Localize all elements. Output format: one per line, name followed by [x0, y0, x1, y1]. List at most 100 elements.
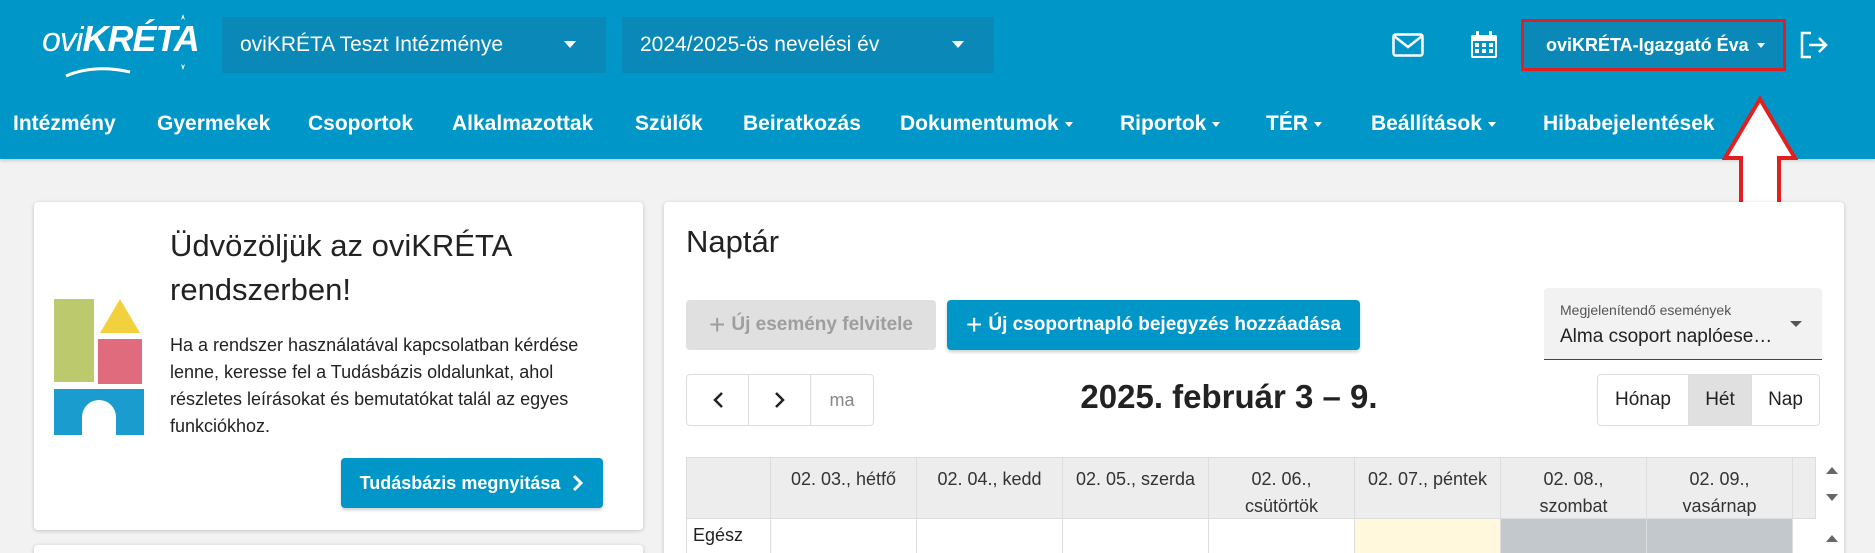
day-header[interactable]: 02. 04., kedd	[917, 458, 1063, 518]
user-name: oviKRÉTA-Igazgató Éva	[1546, 34, 1749, 55]
chevron-down-icon	[1756, 42, 1765, 48]
logo-text: oviKRÉTA	[42, 18, 200, 60]
nav-item-label: Alkalmazottak	[452, 112, 594, 135]
plus-icon: +	[708, 309, 726, 340]
logo-main: KRÉTA	[82, 18, 199, 59]
chevron-down-icon	[1212, 121, 1221, 127]
open-knowledge-base-button[interactable]: Tudásbázis megnyitása	[341, 458, 603, 508]
main-nav: Intézmény Gyermekek Csoportok Alkalmazot…	[0, 90, 1875, 159]
chevron-down-icon	[1790, 321, 1802, 327]
mail-button[interactable]	[1388, 26, 1428, 64]
add-group-log-entry-button[interactable]: + Új csoportnapló bejegyzés hozzáadása	[947, 300, 1360, 350]
next-week-button[interactable]	[749, 375, 811, 425]
nav-item-alkalmazottak[interactable]: Alkalmazottak	[452, 112, 593, 136]
school-year-select[interactable]: 2024/2025-ös nevelési év	[622, 17, 994, 73]
nav-item-riportok[interactable]: Riportok	[1120, 112, 1221, 136]
user-menu-button[interactable]: oviKRÉTA-Igazgató Éva	[1521, 19, 1786, 71]
event-filter-value: Alma csoport naplóese…	[1560, 326, 1773, 347]
week-grid-header: 02. 03., hétfő 02. 04., kedd 02. 05., sz…	[686, 457, 1816, 519]
institution-select[interactable]: oviKRÉTA Teszt Intézménye	[222, 17, 606, 73]
welcome-title: Üdvözöljük az oviKRÉTA rendszerben!	[170, 228, 511, 307]
all-day-cell-today[interactable]	[1355, 519, 1501, 553]
nav-item-label: Beiratkozás	[743, 112, 861, 135]
calendar-icon	[1471, 31, 1497, 58]
logo-swoosh	[65, 67, 131, 78]
new-event-label: Új esemény felvitele	[731, 314, 913, 335]
all-day-label: Egész	[687, 519, 771, 553]
calendar-title: Naptár	[686, 224, 780, 259]
chevron-down-icon	[952, 41, 964, 48]
all-day-cell[interactable]	[917, 519, 1063, 553]
nav-item-label: Csoportok	[308, 112, 413, 135]
plus-icon: +	[965, 309, 983, 340]
welcome-text: Ha a rendszer használatával kapcsolatban…	[170, 335, 579, 436]
open-knowledge-base-label: Tudásbázis megnyitása	[359, 472, 561, 493]
chevron-down-icon	[1064, 121, 1073, 127]
calendar-card: Naptár + Új esemény felvitele + Új csopo…	[664, 202, 1844, 553]
nav-item-dokumentumok[interactable]: Dokumentumok	[900, 112, 1073, 136]
scroll-up-icon[interactable]	[1826, 535, 1838, 542]
chevron-left-icon	[712, 392, 723, 408]
day-header[interactable]: 02. 09., vasárnap	[1647, 458, 1793, 518]
week-view-button[interactable]: Hét	[1689, 375, 1752, 425]
week-grid: 02. 03., hétfő 02. 04., kedd 02. 05., sz…	[686, 457, 1838, 553]
all-day-cell-weekend[interactable]	[1647, 519, 1793, 553]
nav-item-label: Dokumentumok	[900, 112, 1059, 135]
nav-item-gyermekek[interactable]: Gyermekek	[157, 112, 270, 136]
nav-item-label: Szülők	[635, 112, 703, 135]
calendar-nav-group: ma	[686, 374, 874, 426]
scroll-down-icon[interactable]	[1826, 494, 1838, 501]
nav-item-intezmeny[interactable]: Intézmény	[13, 112, 116, 136]
header-corner	[687, 458, 771, 518]
nav-item-beiratkozas[interactable]: Beiratkozás	[743, 112, 861, 136]
all-day-cell-weekend[interactable]	[1501, 519, 1647, 553]
logout-button[interactable]	[1794, 26, 1834, 64]
building-blocks-icon	[54, 299, 144, 435]
nav-item-szulok[interactable]: Szülők	[635, 112, 703, 136]
day-header[interactable]: 02. 08., szombat	[1501, 458, 1647, 518]
grid-scrollbar[interactable]	[1818, 457, 1846, 553]
today-button[interactable]: ma	[811, 375, 873, 425]
logo-prefix: ovi	[42, 21, 83, 59]
nav-item-beallitasok[interactable]: Beállítások	[1371, 112, 1496, 136]
school-year-select-value: 2024/2025-ös nevelési év	[640, 33, 880, 56]
nav-item-label: Gyermekek	[157, 112, 271, 135]
all-day-cell[interactable]	[1209, 519, 1355, 553]
nav-item-label: Intézmény	[13, 112, 116, 135]
scroll-up-icon[interactable]	[1826, 467, 1838, 474]
all-day-row: Egész	[686, 519, 1816, 553]
nav-item-hibabejelentesek[interactable]: Hibabejelentések	[1543, 112, 1715, 136]
month-view-button[interactable]: Hónap	[1598, 375, 1689, 425]
day-view-button[interactable]: Nap	[1752, 375, 1819, 425]
chevron-down-icon	[1487, 121, 1496, 127]
nav-item-csoportok[interactable]: Csoportok	[308, 112, 413, 136]
welcome-card: Üdvözöljük az oviKRÉTA rendszerben! Ha a…	[34, 202, 643, 530]
chevron-right-icon	[573, 474, 584, 492]
nav-item-label: Beállítások	[1371, 112, 1482, 135]
day-header[interactable]: 02. 03., hétfő	[771, 458, 917, 518]
chevron-right-icon	[774, 392, 785, 408]
logout-icon	[1800, 31, 1828, 59]
date-range-title: 2025. február 3 – 9.	[1080, 378, 1378, 415]
chevron-down-icon	[1314, 121, 1322, 127]
new-event-button[interactable]: + Új esemény felvitele	[686, 300, 936, 350]
view-switcher: Hónap Hét Nap	[1597, 374, 1820, 426]
day-header[interactable]: 02. 06., csütörtök	[1209, 458, 1355, 518]
nav-item-label: Hibabejelentések	[1543, 112, 1715, 135]
day-header[interactable]: 02. 05., szerda	[1063, 458, 1209, 518]
event-filter-select[interactable]: Megjelenítendő események Alma csoport na…	[1544, 288, 1822, 360]
event-filter-label: Megjelenítendő események	[1560, 302, 1732, 318]
chevron-down-icon	[564, 41, 576, 48]
secondary-card	[34, 545, 643, 553]
all-day-cell[interactable]	[1063, 519, 1209, 553]
top-bar: oviKRÉTA oviKRÉTA Teszt Intézménye 2024/…	[0, 0, 1875, 90]
mail-icon	[1392, 33, 1424, 57]
institution-select-value: oviKRÉTA Teszt Intézménye	[240, 33, 504, 56]
prev-week-button[interactable]	[687, 375, 749, 425]
calendar-button[interactable]	[1464, 26, 1504, 64]
add-group-log-entry-label: Új csoportnapló bejegyzés hozzáadása	[988, 314, 1341, 335]
nav-item-ter[interactable]: TÉR	[1266, 112, 1322, 136]
nav-item-label: Riportok	[1120, 112, 1207, 135]
day-header[interactable]: 02. 07., péntek	[1355, 458, 1501, 518]
all-day-cell[interactable]	[771, 519, 917, 553]
